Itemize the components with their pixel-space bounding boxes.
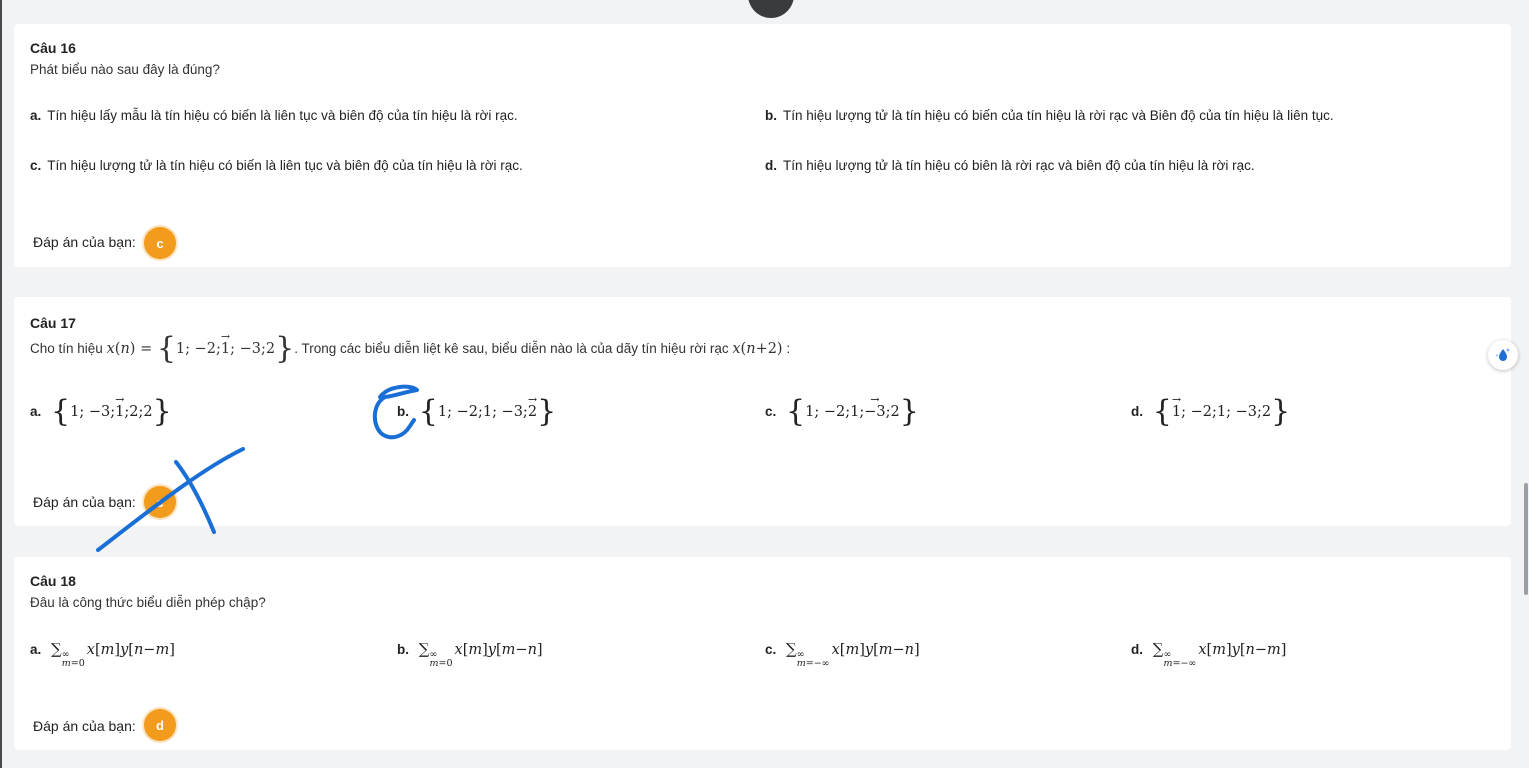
option-sequence: {1; −2;1; −3;2} bbox=[1153, 397, 1290, 427]
option-c[interactable]: c. ∑ ∞ m=−∞ x[m]y[m−n] bbox=[765, 640, 920, 668]
scrollbar-thumb[interactable] bbox=[1524, 483, 1528, 595]
option-sequence: {1; −3;1;2;2} bbox=[51, 397, 172, 427]
option-text: Tín hiệu lấy mẫu là tín hiệu có biến là … bbox=[47, 108, 518, 123]
option-d[interactable]: d. {1; −2;1; −3;2} bbox=[1131, 397, 1290, 427]
option-key: d. bbox=[1131, 404, 1143, 419]
shifted-signal: x(n+2) bbox=[732, 341, 783, 357]
option-key: a. bbox=[30, 642, 42, 657]
option-key: a. bbox=[30, 108, 42, 123]
option-key: c. bbox=[30, 158, 42, 173]
question-title: Câu 18 bbox=[30, 573, 76, 589]
option-key: c. bbox=[765, 642, 777, 657]
window-left-edge bbox=[0, 0, 2, 768]
prompt-middle: . Trong các biểu diễn liệt kê sau, biểu … bbox=[294, 341, 729, 356]
prompt-prefix: Cho tín hiệu bbox=[30, 341, 103, 356]
answer-badge: d bbox=[144, 709, 176, 741]
sparkle-drop-icon bbox=[1495, 348, 1510, 361]
signal-definition: x(n) = {1; −2;1; −3;2} bbox=[107, 334, 295, 364]
question-prompt: Cho tín hiệu x(n) = {1; −2;1; −3;2}. Tro… bbox=[30, 334, 791, 364]
option-text: Tín hiệu lượng tử là tín hiệu có biến là… bbox=[47, 158, 523, 173]
option-c[interactable]: c. Tín hiệu lượng tử là tín hiệu có biến … bbox=[30, 158, 523, 173]
prompt-suffix: : bbox=[786, 341, 791, 356]
your-answer-label: Đáp án của bạn: bbox=[33, 234, 136, 250]
answer-badge: c bbox=[144, 486, 176, 518]
option-key: d. bbox=[1131, 642, 1143, 657]
option-a[interactable]: a. ∑ ∞ m=0 x[m]y[n−m] bbox=[30, 640, 175, 668]
option-a[interactable]: a. {1; −3;1;2;2} bbox=[30, 397, 172, 427]
option-key: b. bbox=[397, 642, 409, 657]
question-title: Câu 17 bbox=[30, 315, 76, 331]
option-b[interactable]: b. ∑ ∞ m=0 x[m]y[m−n] bbox=[397, 640, 543, 668]
question-prompt: Phát biểu nào sau đây là đúng? bbox=[30, 62, 220, 77]
answer-badge: c bbox=[144, 227, 176, 259]
option-key: d. bbox=[765, 158, 777, 173]
question-prompt: Đâu là công thức biểu diễn phép chập? bbox=[30, 595, 266, 610]
option-key: b. bbox=[765, 108, 777, 123]
assistant-button[interactable] bbox=[1488, 340, 1518, 370]
option-key: a. bbox=[30, 404, 42, 419]
option-text: Tín hiệu lượng tử là tín hiệu có biến củ… bbox=[783, 108, 1334, 123]
option-key: b. bbox=[397, 404, 409, 419]
option-d[interactable]: d. ∑ ∞ m=−∞ x[m]y[n−m] bbox=[1131, 640, 1286, 668]
option-formula: ∑ ∞ m=0 x[m]y[n−m] bbox=[51, 640, 175, 669]
option-sequence: {1; −2;1; −3;2} bbox=[419, 397, 556, 427]
option-formula: ∑ ∞ m=−∞ x[m]y[n−m] bbox=[1152, 640, 1287, 669]
option-a[interactable]: a. Tín hiệu lấy mẫu là tín hiệu có biến l… bbox=[30, 108, 518, 123]
option-key: c. bbox=[765, 404, 777, 419]
option-b[interactable]: b. Tín hiệu lượng tử là tín hiệu có biến … bbox=[765, 108, 1334, 123]
question-card-16: Câu 16 Phát biểu nào sau đây là đúng? a.… bbox=[14, 24, 1511, 267]
question-card-18: Câu 18 Đâu là công thức biểu diễn phép c… bbox=[14, 557, 1511, 750]
question-card-17: Câu 17 Cho tín hiệu x(n) = {1; −2;1; −3;… bbox=[14, 297, 1511, 526]
option-sequence: {1; −2;1;−3;2} bbox=[786, 397, 919, 427]
your-answer-label: Đáp án của bạn: bbox=[33, 718, 136, 734]
your-answer-label: Đáp án của bạn: bbox=[33, 494, 136, 510]
option-c[interactable]: c. {1; −2;1;−3;2} bbox=[765, 397, 919, 427]
option-d[interactable]: d. Tín hiệu lượng tử là tín hiệu có biên … bbox=[765, 158, 1255, 173]
option-text: Tín hiệu lượng tử là tín hiệu có biên là… bbox=[783, 158, 1255, 173]
question-title: Câu 16 bbox=[30, 40, 76, 56]
top-nav-button[interactable] bbox=[748, 0, 794, 18]
option-b[interactable]: b. {1; −2;1; −3;2} bbox=[397, 397, 556, 427]
option-formula: ∑ ∞ m=0 x[m]y[m−n] bbox=[418, 640, 543, 669]
option-formula: ∑ ∞ m=−∞ x[m]y[m−n] bbox=[786, 640, 920, 669]
